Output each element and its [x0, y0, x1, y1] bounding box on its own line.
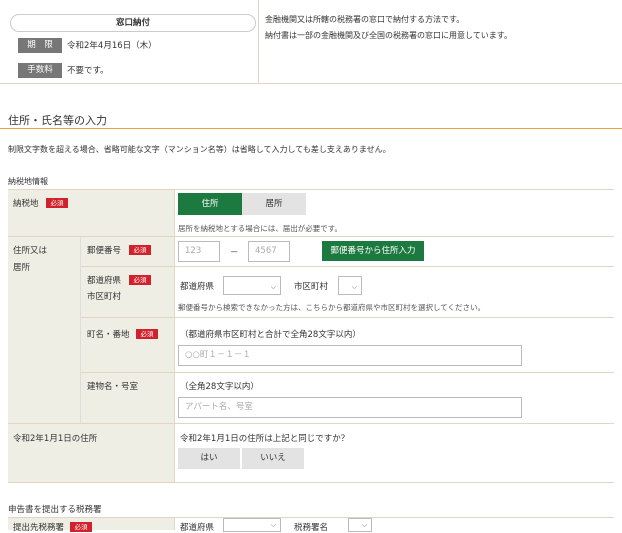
deadline-value: 令和2年4月16日（木）: [67, 41, 157, 51]
divider: [80, 317, 614, 318]
divider: [80, 372, 614, 373]
postal-code-part1-input[interactable]: 123: [178, 241, 220, 262]
chevron-down-icon: ⌵: [270, 521, 276, 529]
street-hint: （都道府県市区町村と合計で全角28文字以内）: [180, 330, 361, 340]
address-label-line2: 居所: [13, 263, 31, 273]
jan1-label: 令和2年1月1日の住所: [13, 434, 98, 444]
office-section-title: 申告書を提出する税務署: [8, 505, 102, 515]
deadline-tag: 期 限: [18, 38, 62, 53]
tab-address[interactable]: 住所: [178, 193, 242, 215]
payment-method-label: 窓口納付: [10, 14, 256, 32]
required-badge: 必須: [46, 198, 68, 208]
building-hint: （全角28文字以内）: [180, 382, 259, 392]
subsection-title: 納税地情報: [8, 177, 48, 186]
office-select-label: 税務署名: [294, 523, 329, 533]
pref-label-line2: 市区町村: [87, 292, 122, 302]
yes-button[interactable]: はい: [178, 448, 240, 469]
tab-residence[interactable]: 居所: [242, 193, 306, 215]
postal-label: 郵便番号: [87, 246, 122, 256]
payment-method-box: 窓口納付 期 限 令和2年4月16日（木） 手数料 不要です。 金融機関又は所轄…: [0, 0, 622, 84]
address-label-line1: 住所又は: [13, 246, 48, 256]
divider: [258, 0, 259, 84]
postal-lookup-button[interactable]: 郵便番号から住所入力: [322, 241, 424, 261]
tab-note: 居所を納税地とする場合には、届出が必要です。: [178, 224, 343, 233]
building-input[interactable]: アパート名、号室: [178, 397, 522, 418]
chevron-down-icon: ⌵: [270, 283, 276, 291]
required-badge: 必須: [129, 275, 151, 285]
office-label: 提出先税務署: [13, 523, 65, 533]
divider: [8, 423, 614, 424]
pref-label-line1: 都道府県: [87, 276, 122, 286]
fee-value: 不要です。: [67, 66, 109, 76]
postal-dash: －: [230, 248, 239, 258]
nozeichi-label: 納税地: [13, 199, 39, 209]
street-input[interactable]: ○○町１－１－１: [178, 345, 522, 366]
postal-code-part2-input[interactable]: 4567: [248, 241, 290, 262]
required-badge: 必須: [129, 245, 151, 255]
divider: [0, 83, 622, 84]
divider: [8, 236, 614, 237]
chevron-down-icon: ⌵: [351, 283, 357, 291]
required-badge: 必須: [70, 522, 92, 532]
jan1-question: 令和2年1月1日の住所は上記と同じですか？: [180, 434, 350, 444]
required-badge: 必須: [136, 329, 158, 339]
city-select[interactable]: ⌵: [338, 276, 362, 295]
divider: [80, 237, 81, 423]
prefecture-select[interactable]: ⌵: [223, 276, 281, 295]
payment-description-2: 納付書は一部の金融機関及び全国の税務署の窓口に用意しています。: [265, 31, 512, 40]
building-label: 建物名・号室: [87, 382, 139, 392]
street-label: 町名・番地: [87, 330, 130, 340]
divider: [8, 482, 614, 483]
pref-note: 郵便番号から検索できなかった方は、こちらから都道府県や市区町村を選択してください…: [178, 303, 486, 312]
fee-tag: 手数料: [18, 63, 62, 78]
chevron-down-icon: ⌵: [361, 521, 367, 529]
divider: [174, 518, 175, 530]
pref-select-label: 都道府県: [180, 282, 215, 292]
office-pref-select-label: 都道府県: [180, 523, 215, 533]
city-select-label: 市区町村: [294, 282, 329, 292]
divider: [8, 189, 614, 190]
section-note: 制限文字数を超える場合、省略可能な文字（マンション名等）は省略して入力しても差し…: [8, 145, 391, 154]
section-underline: [0, 128, 622, 129]
divider: [80, 266, 614, 267]
payment-description-1: 金融機関又は所轄の税務署の窓口で納付する方法です。: [265, 15, 465, 24]
section-title: 住所・氏名等の入力: [8, 114, 107, 127]
divider: [174, 190, 175, 482]
no-button[interactable]: いいえ: [242, 448, 304, 469]
